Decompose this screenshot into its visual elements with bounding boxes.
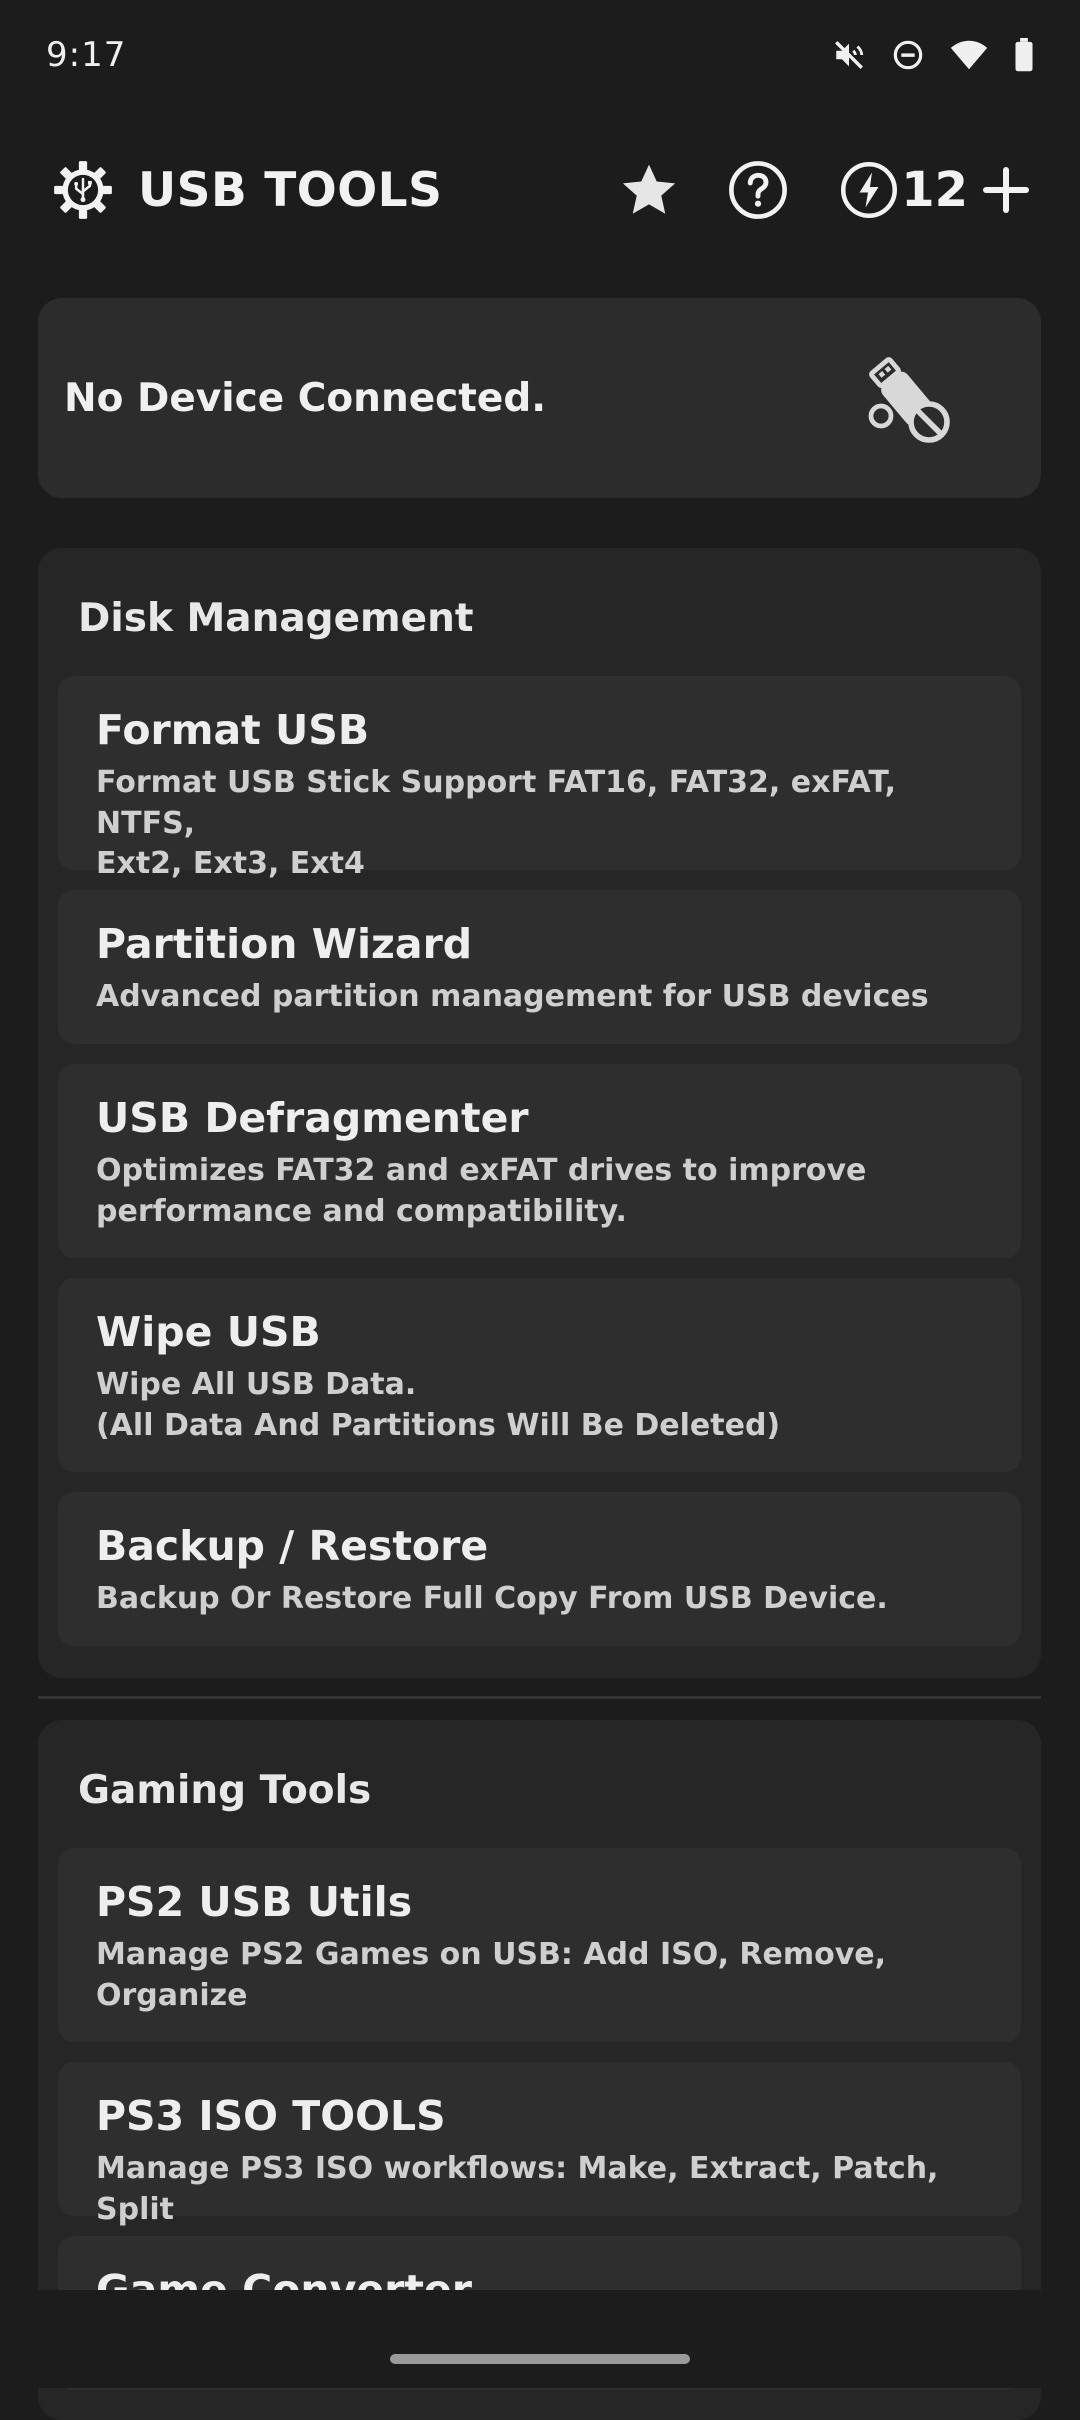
section-title: Disk Management [78, 595, 474, 641]
usb-defragmenter-card[interactable]: USB Defragmenter Optimizes FAT32 and exF… [58, 1064, 1021, 1258]
credits-button[interactable]: 12 [839, 160, 1030, 220]
dnd-icon [893, 40, 923, 70]
tool-description: Backup Or Restore Full Copy From USB Dev… [96, 1581, 888, 1617]
star-icon [623, 164, 676, 214]
tool-description: Wipe All USB Data. (All Data And Partiti… [96, 1367, 781, 1443]
tool-description: Manage PS3 ISO workflows: Make, Extract,… [96, 2151, 939, 2227]
app-header: USB TOOLS 12 [0, 140, 1080, 240]
credits-count: 12 [901, 162, 968, 218]
tool-title: Partition Wizard [96, 920, 473, 968]
tool-description: Format USB Stick Support FAT16, FAT32, e… [96, 765, 896, 882]
status-bar: 9:17 [0, 0, 1080, 110]
usb-disconnected-icon [868, 357, 950, 443]
mute-icon [835, 41, 864, 69]
tool-title: Wipe USB [96, 1308, 321, 1356]
ps2-usb-utils-card[interactable]: PS2 USB Utils Manage PS2 Games on USB: A… [58, 1848, 1021, 2042]
partition-wizard-card[interactable]: Partition Wizard Advanced partition mana… [58, 890, 1021, 1044]
help-button[interactable] [727, 159, 789, 221]
tool-description: Manage PS2 Games on USB: Add ISO, Remove… [96, 1937, 887, 2013]
tool-title: USB Defragmenter [96, 1094, 529, 1142]
backup-restore-card[interactable]: Backup / Restore Backup Or Restore Full … [58, 1492, 1021, 1646]
disk-management-section: Disk Management Format USB Format USB St… [38, 548, 1041, 1678]
section-divider [38, 1696, 1041, 1699]
format-usb-card[interactable]: Format USB Format USB Stick Support FAT1… [58, 676, 1021, 881]
usb-gear-logo-icon [54, 161, 112, 219]
help-icon [729, 161, 788, 219]
wifi-icon [950, 40, 988, 70]
tool-title: Backup / Restore [96, 1522, 489, 1570]
ps3-iso-tools-card[interactable]: PS3 ISO TOOLS Manage PS3 ISO workflows: … [58, 2062, 1021, 2227]
device-status-card[interactable]: No Device Connected. [38, 298, 1041, 498]
tool-title: PS2 USB Utils [96, 1878, 413, 1926]
battery-icon [1015, 38, 1033, 72]
status-time: 9:17 [46, 35, 127, 75]
tool-description: Optimizes FAT32 and exFAT drives to impr… [96, 1153, 867, 1229]
tool-title: PS3 ISO TOOLS [96, 2092, 446, 2140]
wipe-usb-card[interactable]: Wipe USB Wipe All USB Data. (All Data An… [58, 1278, 1021, 1472]
app-title: USB TOOLS [138, 162, 443, 218]
tool-description: Advanced partition management for USB de… [96, 979, 929, 1015]
tool-title: Format USB [96, 706, 370, 754]
favorites-button[interactable] [617, 158, 681, 222]
bolt-icon [841, 161, 898, 219]
gesture-handle[interactable] [390, 2354, 690, 2364]
section-title: Gaming Tools [78, 1767, 372, 1813]
header-actions: 12 [617, 158, 1030, 222]
plus-icon [983, 167, 1029, 213]
navigation-bar [0, 2290, 1080, 2388]
status-icons [832, 38, 1034, 72]
device-status-text: No Device Connected. [64, 375, 547, 421]
